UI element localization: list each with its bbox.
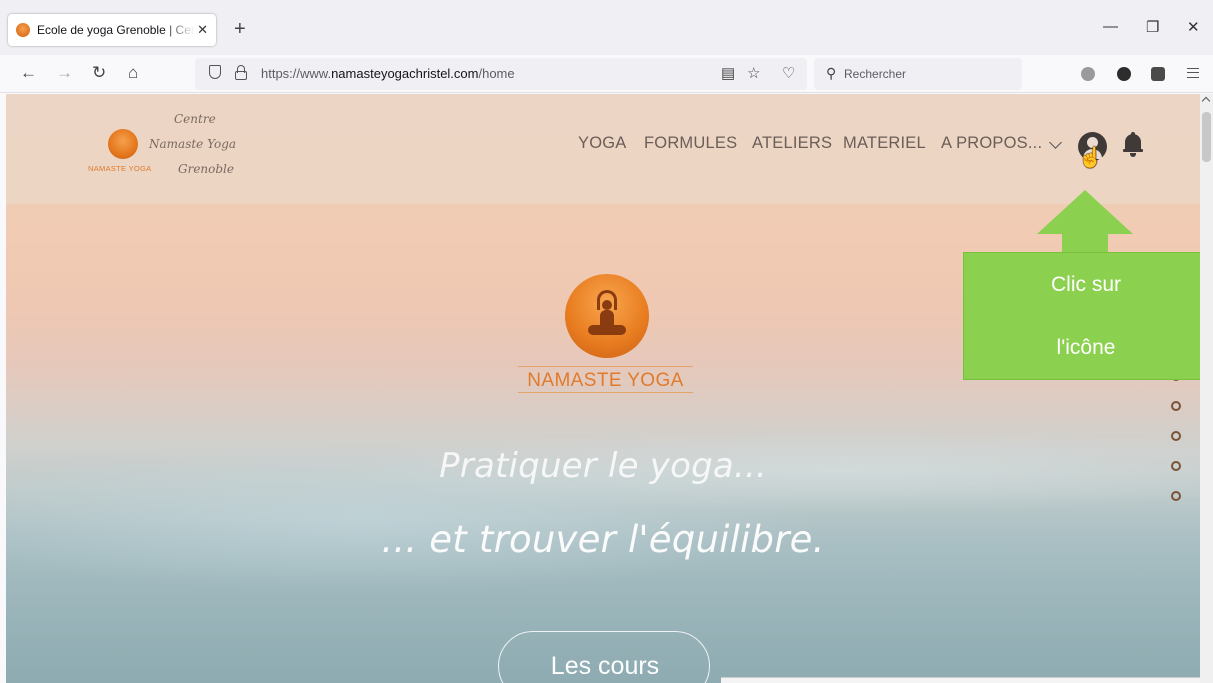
scroll-up-icon[interactable] xyxy=(1201,96,1211,106)
slider-dot[interactable] xyxy=(1171,461,1181,471)
url-bar[interactable]: https://www.namasteyogachristel.com/home… xyxy=(195,58,807,90)
search-icon: ⚲ xyxy=(826,65,837,81)
search-placeholder: Rechercher xyxy=(844,67,907,81)
chevron-down-icon[interactable] xyxy=(1049,136,1062,149)
pocket-icon[interactable]: ♡ xyxy=(782,64,795,82)
tab-bar: Ecole de yoga Grenoble | Centre ✕ + — ❐ … xyxy=(0,0,1213,55)
hero-logo-icon xyxy=(565,274,649,358)
site-logo-icon[interactable] xyxy=(108,129,138,159)
slider-dot[interactable] xyxy=(1171,431,1181,441)
home-button[interactable]: ⌂ xyxy=(128,62,138,84)
minimize-button[interactable]: — xyxy=(1103,18,1118,35)
callout-line-1: Clic sur xyxy=(1050,273,1121,296)
cta-label: Les cours xyxy=(550,652,660,680)
hero-headline-1: Pratiquer le yoga... xyxy=(439,446,767,486)
site-logo-text: NAMASTE YOGA xyxy=(88,164,152,173)
site-name-line: Centre xyxy=(174,112,216,126)
site-header: NAMASTE YOGA Centre Namaste Yoga Grenobl… xyxy=(6,94,1200,204)
navigation-bar: ← → ↻ ⌂ https://www.namasteyogachristel.… xyxy=(0,55,1213,93)
bell-icon[interactable] xyxy=(1123,132,1143,158)
page-scrollbar[interactable] xyxy=(1200,94,1213,683)
shield-icon[interactable] xyxy=(209,65,221,79)
menu-item-a-propos[interactable]: A PROPOS... xyxy=(941,134,1042,153)
hero-brand-text: NAMASTE YOGA xyxy=(527,370,684,391)
extension-icon[interactable] xyxy=(1151,67,1165,81)
extension-icon[interactable] xyxy=(1081,67,1095,81)
tab-close-icon[interactable]: ✕ xyxy=(197,22,208,38)
lock-icon[interactable] xyxy=(235,65,247,80)
new-tab-button[interactable]: + xyxy=(234,19,246,39)
reader-view-icon[interactable]: ▤ xyxy=(721,64,735,82)
hero-headline-2: ... et trouver l'équilibre. xyxy=(381,518,825,561)
notification-popup xyxy=(721,677,1200,683)
site-name-line: Grenoble xyxy=(178,162,234,176)
menu-item-formules[interactable]: FORMULES xyxy=(644,134,737,153)
web-page: NAMASTE YOGA Centre Namaste Yoga Grenobl… xyxy=(6,94,1200,683)
callout-line-2: l'icône xyxy=(1056,336,1116,359)
tab-title: Ecole de yoga Grenoble | Centre xyxy=(37,23,196,37)
bookmark-star-icon[interactable]: ☆ xyxy=(747,64,760,82)
slider-dot[interactable] xyxy=(1171,491,1181,501)
brand-divider xyxy=(518,392,693,393)
reload-button[interactable]: ↻ xyxy=(92,62,106,84)
les-cours-button[interactable]: Les cours xyxy=(498,631,710,683)
scroll-thumb[interactable] xyxy=(1202,112,1211,162)
forward-button[interactable]: → xyxy=(56,62,73,84)
browser-tab[interactable]: Ecole de yoga Grenoble | Centre ✕ xyxy=(8,14,216,46)
search-bar[interactable]: ⚲ Rechercher xyxy=(814,58,1022,90)
url-text[interactable]: https://www.namasteyogachristel.com/home xyxy=(261,66,515,81)
site-name-line: Namaste Yoga xyxy=(149,137,237,151)
hand-cursor-icon: ☝ xyxy=(1078,147,1103,169)
close-window-button[interactable]: ✕ xyxy=(1187,18,1200,36)
brand-divider xyxy=(518,366,693,367)
menu-item-ateliers[interactable]: ATELIERS xyxy=(752,134,832,153)
favicon-icon xyxy=(16,23,30,37)
menu-item-materiel[interactable]: MATERIEL xyxy=(843,134,926,153)
back-button[interactable]: ← xyxy=(20,62,37,84)
slider-dot[interactable] xyxy=(1171,401,1181,411)
menu-icon[interactable] xyxy=(1187,68,1199,78)
restore-button[interactable]: ❐ xyxy=(1146,18,1159,36)
menu-item-yoga[interactable]: YOGA xyxy=(578,134,626,153)
annotation-callout: Clic sur l'icône xyxy=(963,252,1200,380)
annotation-arrow xyxy=(1037,190,1133,234)
extension-icon[interactable] xyxy=(1117,67,1131,81)
